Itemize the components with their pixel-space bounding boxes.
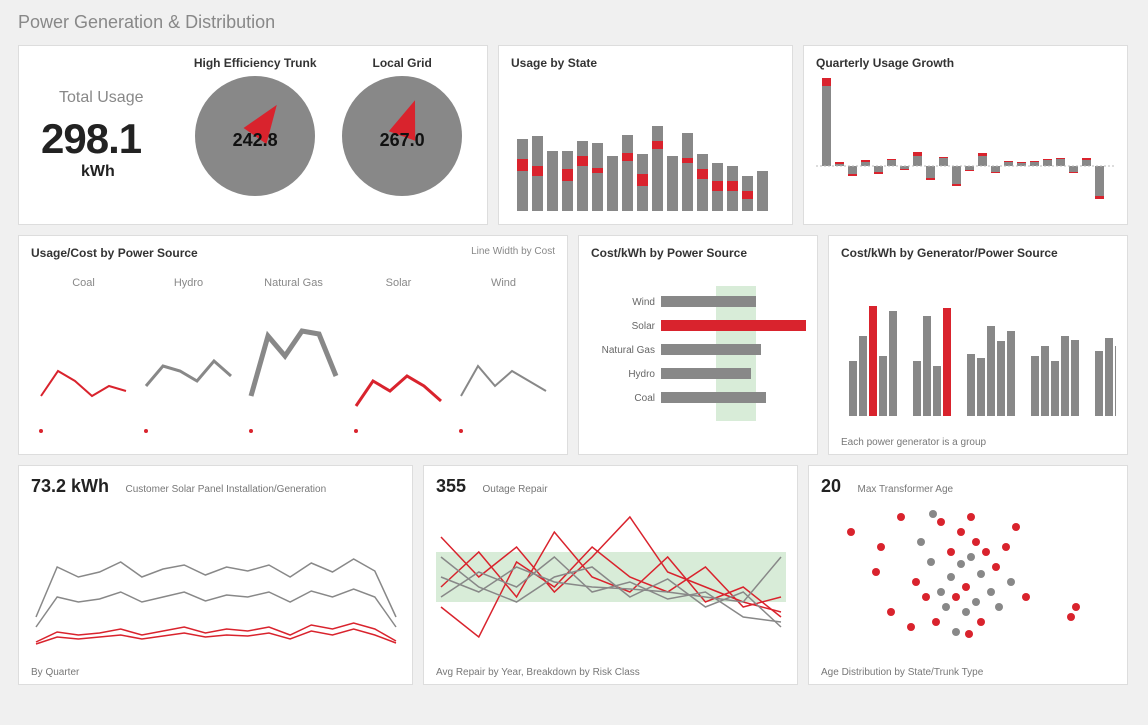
gauge-lg[interactable]: 267.0 — [342, 76, 462, 196]
gauge-lg-value: 267.0 — [342, 130, 462, 151]
svg-text:Coal: Coal — [634, 393, 655, 404]
solar-subtitle: Customer Solar Panel Installation/Genera… — [125, 484, 326, 495]
chart-cost-kwh-source[interactable]: Wind Solar Natural Gas Hydro Coal — [591, 266, 806, 446]
outage-caption: Avg Repair by Year, Breakdown by Risk Cl… — [436, 667, 640, 678]
svg-text:Solar: Solar — [632, 321, 656, 332]
panel-outage-repair: 355 Outage Repair Avg Repair by Year, Br… — [423, 465, 798, 685]
total-usage-value: 298.1 — [41, 115, 141, 163]
cost-gen-title: Cost/kWh by Generator/Power Source — [841, 246, 1115, 260]
scatter-subtitle: Max Transformer Age — [857, 484, 953, 495]
chart-usage-by-state[interactable] — [511, 76, 781, 216]
svg-text:Hydro: Hydro — [628, 369, 655, 380]
svg-text:Wind: Wind — [632, 297, 655, 308]
chart-outage-repair[interactable] — [436, 497, 786, 657]
page-title: Power Generation & Distribution — [18, 12, 1130, 33]
outage-subtitle: Outage Repair — [483, 484, 548, 495]
outage-value: 355 — [436, 476, 466, 496]
svg-text:Natural Gas: Natural Gas — [602, 345, 655, 356]
svg-text:Wind: Wind — [491, 277, 516, 289]
usage-cost-subtitle: Line Width by Cost — [471, 246, 555, 257]
chart-quarterly-growth[interactable] — [816, 76, 1116, 216]
scatter-caption: Age Distribution by State/Trunk Type — [821, 667, 983, 678]
gauge-lg-title: Local Grid — [342, 56, 462, 70]
total-usage-label: Total Usage — [59, 89, 144, 107]
panel-total-usage: Total Usage 298.1 kWh High Efficiency Tr… — [18, 45, 488, 225]
gauge-het-value: 242.8 — [195, 130, 315, 151]
solar-value: 73.2 kWh — [31, 476, 109, 496]
total-usage-unit: kWh — [81, 163, 115, 181]
solar-caption: By Quarter — [31, 667, 79, 678]
usage-by-state-title: Usage by State — [511, 56, 780, 70]
cost-kwh-title: Cost/kWh by Power Source — [591, 246, 805, 260]
chart-customer-solar[interactable] — [31, 497, 401, 657]
chart-transformer-age[interactable] — [821, 497, 1116, 657]
panel-quarterly-growth: Quarterly Usage Growth — [803, 45, 1128, 225]
svg-text:Coal: Coal — [72, 277, 95, 289]
panel-customer-solar: 73.2 kWh Customer Solar Panel Installati… — [18, 465, 413, 685]
cost-gen-caption: Each power generator is a group — [841, 437, 986, 448]
panel-usage-by-state: Usage by State — [498, 45, 793, 225]
svg-text:Hydro: Hydro — [174, 277, 203, 289]
panel-usage-cost-source: Usage/Cost by Power Source Line Width by… — [18, 235, 568, 455]
chart-usage-cost-source[interactable]: Coal Hydro Natural Gas Solar Wind — [31, 266, 556, 446]
panel-cost-kwh-generator: Cost/kWh by Generator/Power Source Each … — [828, 235, 1128, 455]
panel-transformer-age: 20 Max Transformer Age Age Distribution … — [808, 465, 1128, 685]
chart-cost-kwh-generator[interactable] — [841, 266, 1116, 426]
panel-cost-kwh-source: Cost/kWh by Power Source Wind Solar Natura… — [578, 235, 818, 455]
gauge-het[interactable]: 242.8 — [195, 76, 315, 196]
quarterly-growth-title: Quarterly Usage Growth — [816, 56, 1115, 70]
svg-text:Solar: Solar — [386, 277, 412, 289]
gauge-het-title: High Efficiency Trunk — [194, 56, 317, 70]
scatter-value: 20 — [821, 476, 841, 496]
svg-text:Natural Gas: Natural Gas — [264, 277, 323, 289]
